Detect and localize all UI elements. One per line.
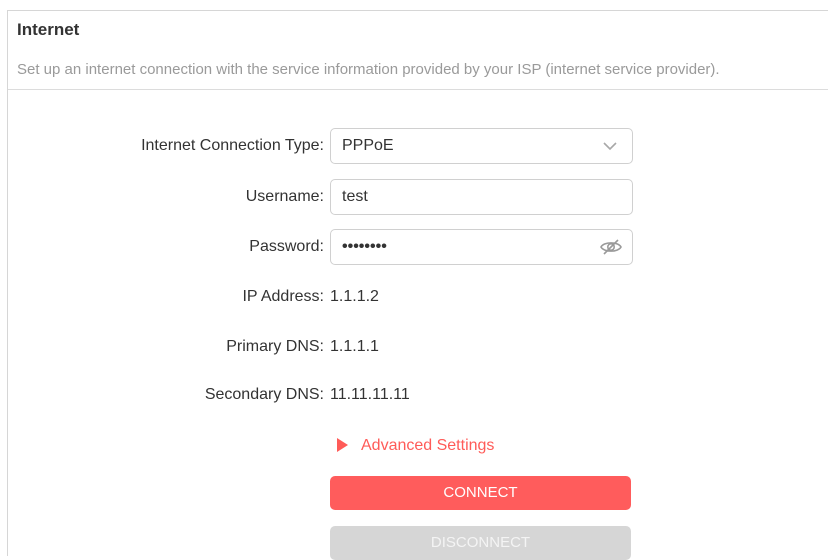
- advanced-settings-toggle[interactable]: Advanced Settings: [337, 434, 494, 458]
- advanced-settings-label: Advanced Settings: [361, 437, 495, 454]
- username-value: test: [342, 188, 368, 205]
- connection-type-select[interactable]: PPPoE: [330, 128, 633, 164]
- ip-address-row: IP Address: 1.1.1.2: [8, 279, 828, 315]
- ip-address-label: IP Address:: [242, 288, 324, 305]
- secondary-dns-value: 11.11.11.11: [330, 386, 410, 403]
- username-row: Username: test: [8, 179, 828, 215]
- connect-button[interactable]: CONNECT: [330, 476, 631, 510]
- chevron-down-icon: [603, 142, 617, 151]
- section-title: Internet: [17, 20, 80, 39]
- disconnect-button[interactable]: DISCONNECT: [330, 526, 631, 560]
- password-value: ••••••••: [342, 238, 387, 255]
- connection-type-value: PPPoE: [342, 137, 394, 154]
- password-label: Password:: [249, 238, 324, 255]
- eye-off-icon[interactable]: [599, 237, 623, 257]
- internet-panel: Internet Set up an internet connection w…: [7, 10, 828, 560]
- primary-dns-label: Primary DNS:: [226, 338, 324, 355]
- secondary-dns-label: Secondary DNS:: [204, 386, 324, 403]
- connection-type-label: Internet Connection Type:: [141, 137, 324, 154]
- triangle-right-icon: [337, 438, 348, 452]
- password-row: Password: ••••••••: [8, 229, 828, 265]
- password-input[interactable]: ••••••••: [330, 229, 633, 265]
- connection-type-row: Internet Connection Type: PPPoE: [8, 128, 828, 164]
- primary-dns-value: 1.1.1.1: [330, 338, 379, 355]
- secondary-dns-row: Secondary DNS: 11.11.11.11: [8, 377, 828, 413]
- primary-dns-row: Primary DNS: 1.1.1.1: [8, 329, 828, 365]
- section-divider: [8, 89, 828, 90]
- username-input[interactable]: test: [330, 179, 633, 215]
- username-label: Username:: [245, 188, 324, 205]
- ip-address-value: 1.1.1.2: [330, 288, 379, 305]
- section-description: Set up an internet connection with the s…: [17, 61, 720, 78]
